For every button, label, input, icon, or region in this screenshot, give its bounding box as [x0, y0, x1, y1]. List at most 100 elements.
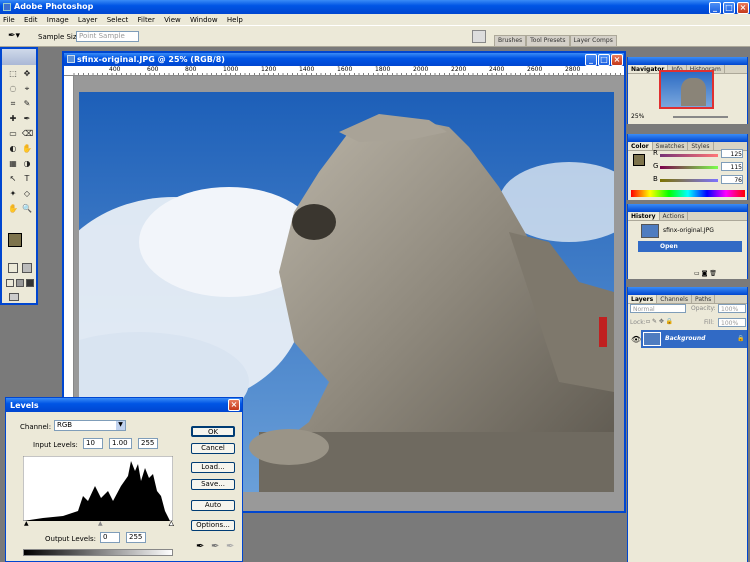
chevron-down-icon[interactable]: ▼	[116, 421, 125, 430]
layer-background[interactable]: Background 🔒	[641, 330, 747, 348]
screen-mode-standard-icon[interactable]	[6, 279, 14, 287]
standard-mode-icon[interactable]	[8, 263, 18, 273]
b-slider[interactable]	[660, 179, 718, 182]
output-black-field[interactable]: 0	[100, 532, 120, 543]
menu-file[interactable]: File	[3, 16, 15, 24]
input-black-field[interactable]: 10	[83, 438, 103, 449]
black-eyedropper-icon[interactable]: ✒	[196, 541, 204, 552]
menu-filter[interactable]: Filter	[138, 16, 155, 24]
magic-wand-tool-icon[interactable]: ⌖	[22, 84, 32, 94]
stamp-tool-icon[interactable]: ▭	[8, 129, 18, 139]
tab-actions[interactable]: Actions	[660, 212, 689, 220]
screen-mode-full-icon[interactable]	[26, 279, 34, 287]
screen-mode-full-menu-icon[interactable]	[16, 279, 24, 287]
options-button[interactable]: Options...	[191, 520, 235, 531]
tab-swatches[interactable]: Swatches	[653, 142, 689, 150]
healing-tool-icon[interactable]: ✚	[8, 114, 18, 124]
document-title: sfinx-original.JPG @ 25% (RGB/8)	[77, 55, 225, 64]
history-step-open[interactable]: Open	[638, 241, 742, 252]
move-tool-icon[interactable]: ✥	[22, 69, 32, 79]
g-slider[interactable]	[660, 166, 718, 169]
b-value[interactable]: 76	[721, 175, 743, 184]
menu-select[interactable]: Select	[107, 16, 129, 24]
shape-tool-icon[interactable]: ◇	[22, 189, 32, 199]
doc-close-button[interactable]: ×	[611, 54, 623, 66]
levels-close-button[interactable]: ×	[228, 399, 240, 411]
close-button[interactable]: ×	[737, 2, 749, 14]
tab-styles[interactable]: Styles	[688, 142, 714, 150]
output-gradient[interactable]	[23, 549, 173, 556]
auto-button[interactable]: Auto	[191, 500, 235, 511]
dodge-tool-icon[interactable]: ◑	[22, 159, 32, 169]
palette-well-icon[interactable]	[472, 30, 486, 43]
lasso-tool-icon[interactable]: ◌	[8, 84, 18, 94]
menu-layer[interactable]: Layer	[78, 16, 98, 24]
history-brush-tool-icon[interactable]: ⌫	[22, 129, 33, 139]
tab-paths[interactable]: Paths	[692, 295, 716, 303]
jump-to-imageready-icon[interactable]	[9, 293, 19, 301]
menu-edit[interactable]: Edit	[24, 16, 38, 24]
type-tool-icon[interactable]: T	[22, 174, 32, 184]
output-white-field[interactable]: 255	[126, 532, 146, 543]
tab-channels[interactable]: Channels	[657, 295, 692, 303]
zoom-tool-icon[interactable]: 🔍	[22, 204, 32, 214]
hand-tool-icon[interactable]: ✋	[8, 204, 18, 214]
input-white-slider[interactable]: ▲	[169, 520, 174, 528]
menu-view[interactable]: View	[164, 16, 181, 24]
load-button[interactable]: Load...	[191, 462, 235, 473]
eraser-tool-icon[interactable]: ◐	[8, 144, 18, 154]
input-gamma-slider[interactable]: ▲	[98, 520, 103, 527]
r-value[interactable]: 125	[721, 149, 743, 158]
layers-tabs: Layers Channels Paths	[628, 295, 747, 304]
foreground-color-swatch[interactable]	[8, 233, 22, 247]
opacity-value[interactable]: 100%	[718, 304, 746, 313]
zoom-slider[interactable]	[673, 116, 728, 118]
minimize-button[interactable]: _	[709, 2, 721, 14]
navigator-thumbnail[interactable]	[659, 70, 714, 109]
save-button[interactable]: Save...	[191, 479, 235, 490]
input-gamma-field[interactable]: 1.00	[109, 438, 132, 449]
tab-color[interactable]: Color	[628, 142, 653, 150]
g-value[interactable]: 115	[721, 162, 743, 171]
eye-icon[interactable]: 👁	[631, 335, 641, 344]
path-select-tool-icon[interactable]: ↖	[8, 174, 18, 184]
input-white-field[interactable]: 255	[138, 438, 158, 449]
menu-help[interactable]: Help	[227, 16, 243, 24]
history-buttons[interactable]: ▭ ◙ 🗑	[694, 270, 734, 277]
history-snapshot[interactable]: sfinx-original.JPG	[663, 227, 714, 234]
ruler-label: 1800	[375, 66, 391, 73]
tab-brushes[interactable]: Brushes	[494, 35, 527, 47]
maximize-button[interactable]: □	[723, 2, 735, 14]
fill-value[interactable]: 100%	[718, 318, 746, 327]
quick-mask-icon[interactable]	[22, 263, 32, 273]
input-black-slider[interactable]: ▲	[24, 520, 29, 527]
tab-tool-presets[interactable]: Tool Presets	[526, 35, 570, 47]
crop-tool-icon[interactable]: ⌗	[8, 99, 18, 109]
tab-layer-comps[interactable]: Layer Comps	[569, 35, 617, 47]
ok-button[interactable]: OK	[191, 426, 235, 437]
brush-tool-icon[interactable]: ✒	[22, 114, 32, 124]
gradient-tool-icon[interactable]: ✋	[22, 144, 32, 154]
white-eyedropper-icon[interactable]: ✒	[226, 541, 234, 552]
marquee-tool-icon[interactable]: ⬚	[8, 69, 18, 79]
doc-maximize-button[interactable]: □	[598, 54, 610, 66]
gray-eyedropper-icon[interactable]: ✒	[211, 541, 219, 552]
lock-icons[interactable]: ▫ ✎ ✥ 🔒	[646, 318, 686, 326]
r-slider[interactable]	[660, 154, 718, 157]
sample-size-select[interactable]: Point Sample	[76, 31, 139, 42]
menu-window[interactable]: Window	[190, 16, 218, 24]
eyedropper-icon[interactable]: ✒▾	[8, 31, 26, 43]
slice-tool-icon[interactable]: ✎	[22, 99, 32, 109]
history-snapshot-thumb[interactable]	[641, 224, 659, 238]
color-ramp[interactable]	[631, 190, 745, 197]
pen-tool-icon[interactable]: ✦	[8, 189, 18, 199]
menu-image[interactable]: Image	[47, 16, 69, 24]
cancel-button[interactable]: Cancel	[191, 443, 235, 454]
tab-layers[interactable]: Layers	[628, 295, 658, 303]
navigator-zoom[interactable]: 25%	[631, 113, 644, 120]
doc-minimize-button[interactable]: _	[585, 54, 597, 66]
blend-mode-select[interactable]: Normal	[630, 304, 686, 313]
tab-history[interactable]: History	[628, 212, 660, 220]
color-fg-swatch[interactable]	[633, 154, 645, 166]
blur-tool-icon[interactable]: ▦	[8, 159, 18, 169]
